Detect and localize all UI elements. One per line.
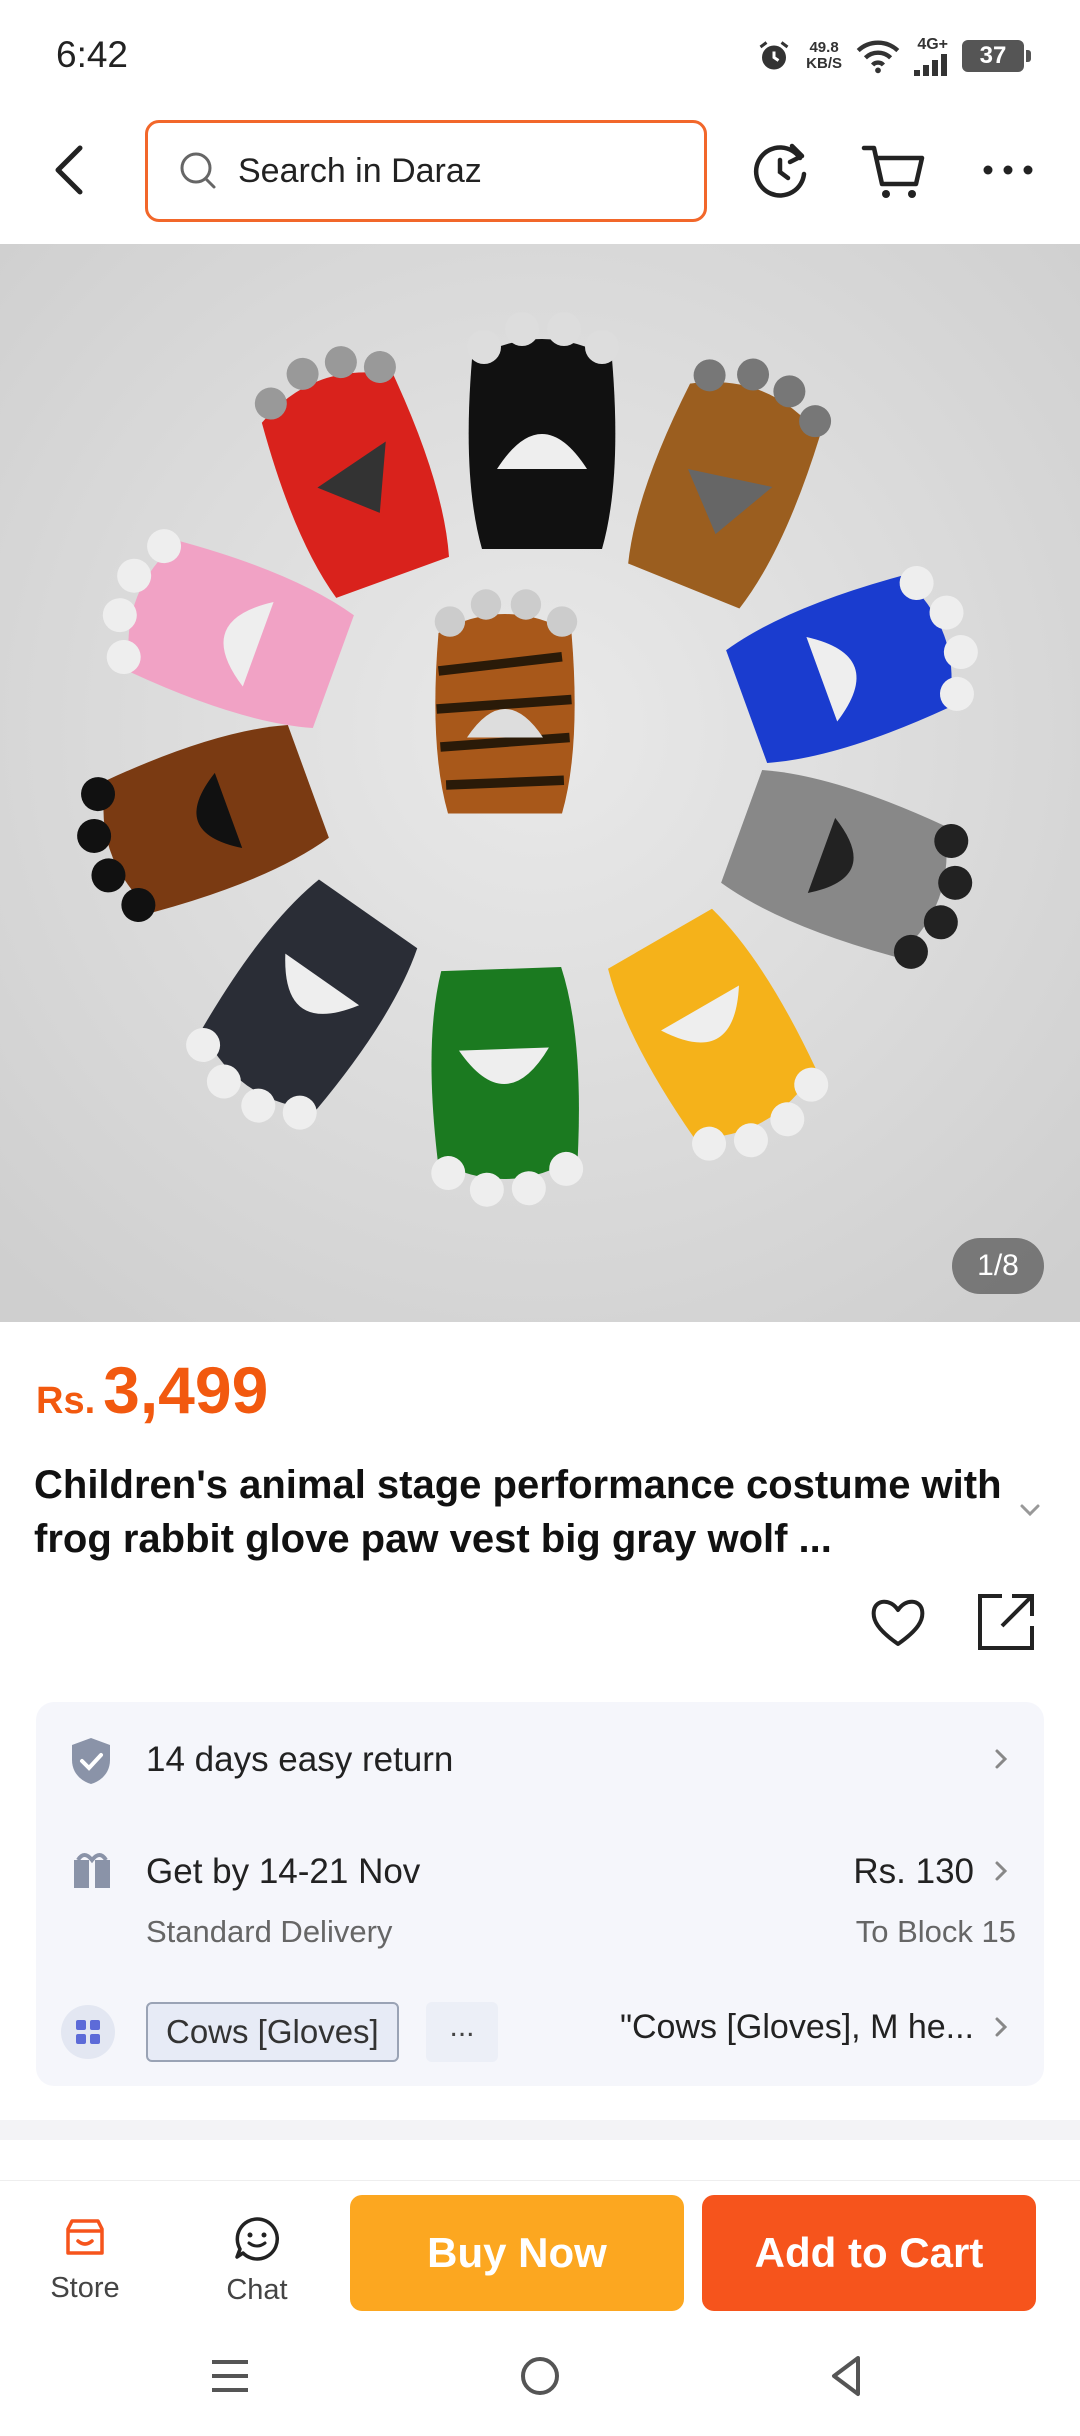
chevron-right-icon[interactable] xyxy=(990,1858,1012,1884)
battery-indicator: 37 xyxy=(962,40,1031,72)
status-time: 6:42 xyxy=(56,34,129,75)
paw-glove-green xyxy=(427,966,584,1207)
image-counter: 1/8 xyxy=(952,1238,1044,1294)
network-speed: 49.8 KB/S xyxy=(806,39,842,72)
search-input[interactable]: Search in Daraz xyxy=(145,120,707,222)
delivery-fee: Rs. 130 xyxy=(853,1852,974,1891)
back-button[interactable] xyxy=(40,138,104,202)
more-dots-icon xyxy=(983,165,1033,175)
status-icons: 49.8 KB/S 4G+ 37 xyxy=(756,36,1031,76)
system-nav-bar xyxy=(0,2330,1080,2436)
network-type: 4G+ xyxy=(917,36,948,53)
delivery-type-text: Standard Delivery xyxy=(146,1914,393,1949)
back-triangle-icon[interactable] xyxy=(826,2352,866,2400)
history-button[interactable] xyxy=(744,134,816,206)
product-title[interactable]: Children's animal stage performance cost… xyxy=(34,1458,1014,1566)
search-icon xyxy=(180,152,216,189)
chevron-right-icon[interactable] xyxy=(990,1746,1012,1772)
cart-button[interactable] xyxy=(858,134,930,206)
buy-now-button[interactable]: Buy Now xyxy=(350,2195,684,2311)
chat-tab[interactable]: Chat xyxy=(192,2215,322,2307)
wifi-icon xyxy=(856,40,900,74)
selected-variant-text[interactable]: "Cows [Gloves], M he... xyxy=(620,2008,974,2047)
section-divider xyxy=(0,2120,1080,2140)
delivery-location: To Block 15 xyxy=(855,1914,1016,1949)
delivery-date-text[interactable]: Get by 14-21 Nov xyxy=(146,1852,420,1892)
signal-group: 4G+ xyxy=(914,36,948,76)
gloves-photo xyxy=(0,244,1080,1322)
chevron-right-icon[interactable] xyxy=(990,2014,1012,2040)
search-placeholder: Search in Daraz xyxy=(238,151,482,190)
shield-check-icon xyxy=(72,1738,110,1784)
expand-title-icon[interactable] xyxy=(1016,1496,1044,1524)
more-button[interactable] xyxy=(972,134,1044,206)
store-tab[interactable]: Store xyxy=(20,2215,150,2305)
status-bar: 6:42 49.8 KB/S 4G+ 37 xyxy=(0,0,1080,110)
cart-icon xyxy=(861,145,925,198)
variant-grid-icon xyxy=(61,2005,115,2059)
price-amount: 3,499 xyxy=(103,1353,269,1427)
store-icon xyxy=(66,2219,104,2255)
back-arrow-icon xyxy=(55,145,83,195)
recent-apps-icon[interactable] xyxy=(210,2352,250,2400)
chat-icon xyxy=(235,2217,280,2261)
share-icon[interactable] xyxy=(974,1590,1038,1654)
home-icon[interactable] xyxy=(518,2352,562,2400)
variant-chip[interactable]: Cows [Gloves] xyxy=(146,2002,399,2062)
signal-icon xyxy=(914,54,947,76)
alarm-icon xyxy=(759,41,789,70)
product-price: Rs. 3,499 xyxy=(36,1352,268,1428)
bottom-action-bar: Store Chat Buy Now Add to Cart xyxy=(0,2180,1080,2320)
paw-glove-black xyxy=(467,312,619,549)
return-policy-text[interactable]: 14 days easy return xyxy=(146,1740,453,1780)
add-to-cart-button[interactable]: Add to Cart xyxy=(702,2195,1036,2311)
chat-label: Chat xyxy=(226,2274,288,2306)
service-info-card: 14 days easy return Get by 14-21 Nov Sta… xyxy=(36,1702,1044,2086)
paw-glove-tiger xyxy=(434,589,578,814)
refresh-history-icon xyxy=(753,143,807,198)
wishlist-heart-icon[interactable] xyxy=(866,1590,930,1654)
variant-more[interactable]: ... xyxy=(426,2002,498,2062)
store-label: Store xyxy=(50,2272,120,2304)
product-image[interactable]: 1/8 xyxy=(0,244,1080,1322)
price-currency: Rs. xyxy=(36,1380,96,1422)
top-nav: Search in Daraz xyxy=(0,110,1080,244)
delivery-box-icon xyxy=(74,1853,110,1888)
